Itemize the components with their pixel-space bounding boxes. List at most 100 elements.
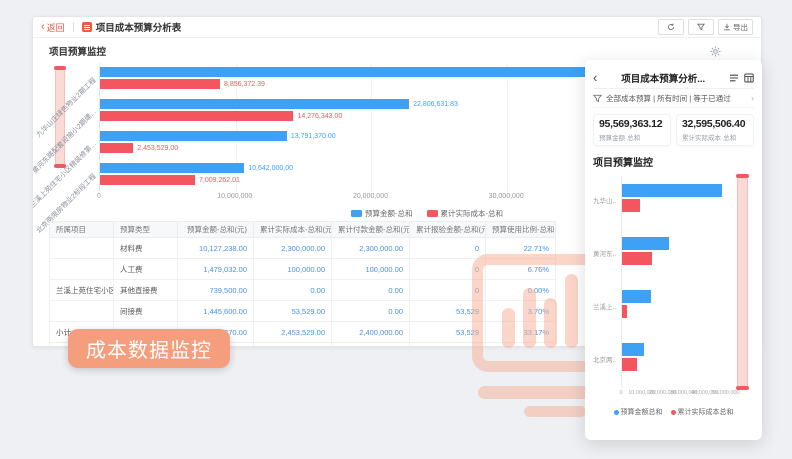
panel-datazoom-slider[interactable]: [737, 175, 748, 389]
bar-budget[interactable]: [622, 343, 644, 356]
stat-label: 累计实际成本·总和: [682, 132, 748, 142]
window-title: 项目成本预算分析表: [96, 20, 182, 34]
legend-swatch-budget: [614, 410, 619, 415]
table-row: 间接费1,445,600.0053,529.000.0053,5293.70%: [50, 301, 556, 322]
panel-title: 项目成本预算分析...: [597, 71, 729, 85]
table-cell-inspection[interactable]: 0: [410, 343, 486, 348]
column-header: 预算金额-总和(元): [178, 222, 254, 238]
table-cell-actual[interactable]: 0.00: [254, 280, 332, 301]
bar-actual[interactable]: [622, 252, 652, 265]
column-header: 累计付款金额-总和(元): [332, 222, 410, 238]
cost-data-monitor-badge: 成本数据监控: [68, 329, 230, 368]
table-cell-inspection[interactable]: 0: [410, 259, 486, 280]
table-row: 兰溪上苑住宅小区精装修第...其他直接费739,500.000.000.0000…: [50, 280, 556, 301]
bar-actual[interactable]: [100, 175, 195, 185]
export-label: 导出: [733, 22, 748, 33]
table-cell-budget[interactable]: 1,445,600.00: [178, 301, 254, 322]
list-view-button[interactable]: [729, 73, 739, 83]
legend-item: 预算金额-总和: [351, 208, 413, 219]
category-label: 九华山..: [593, 195, 619, 205]
chart-category-axis: 九华山庄绿色物业2期工程黄河东路配套设施小2期建...兰溪上苑住宅小区精装修第.…: [33, 63, 97, 191]
column-header: 预算使用比例-总和(%): [486, 222, 556, 238]
category-label: 北京两..: [593, 354, 619, 364]
panel-category-axis: 九华山..黄河东..兰溪上..北京两..: [593, 175, 620, 387]
bar-actual[interactable]: [100, 111, 293, 121]
bar-actual[interactable]: [100, 143, 133, 153]
back-button[interactable]: ‹ 返回: [41, 21, 65, 34]
table-cell-payment[interactable]: 2,300,000.00: [332, 238, 410, 259]
bar-actual[interactable]: [622, 305, 627, 318]
table-cell-type: 材料费: [114, 238, 178, 259]
legend-label: 累计实际成本-总和: [441, 208, 504, 219]
legend-swatch-budget: [351, 210, 362, 217]
table-view-button[interactable]: [744, 73, 754, 83]
table-cell-inspection[interactable]: 53,529: [410, 322, 486, 343]
back-label: 返回: [47, 21, 65, 34]
table-cell-budget[interactable]: 739,500.00: [178, 280, 254, 301]
table-cell-type: 其他直接费: [114, 280, 178, 301]
table-cell-payment[interactable]: 100,000.00: [332, 259, 410, 280]
grid-table-icon: [744, 73, 754, 83]
slider-handle-top[interactable]: [736, 174, 749, 178]
panel-x-axis: 010,000,00020,000,00030,000,00040,000,00…: [621, 390, 730, 398]
bar-actual[interactable]: [100, 79, 220, 89]
bar-actual[interactable]: [622, 199, 640, 212]
chart-settings-button[interactable]: [710, 46, 721, 57]
table-cell-actual[interactable]: 53,529.00: [254, 301, 332, 322]
table-cell-ratio[interactable]: 3.70%: [486, 301, 556, 322]
stat-actual-total: 32,595,506.40 累计实际成本·总和: [676, 114, 754, 146]
bar-actual[interactable]: [622, 358, 637, 371]
table-cell-inspection[interactable]: 0: [410, 238, 486, 259]
bar-value-label: 13,791,370.00: [291, 133, 336, 140]
export-button[interactable]: 导出: [718, 19, 753, 35]
table-cell-budget[interactable]: 1,479,032.00: [178, 259, 254, 280]
table-cell-payment[interactable]: 5,019,004.01: [332, 343, 410, 348]
table-cell-actual[interactable]: 100,000.00: [254, 259, 332, 280]
bar-budget[interactable]: [100, 131, 287, 141]
bar-budget[interactable]: [622, 184, 722, 197]
x-tick-label: 50,000,000: [712, 390, 740, 396]
panel-section-title: 项目预算监控: [593, 154, 754, 169]
legend-label: 预算金额-总和: [365, 208, 413, 219]
chevron-left-icon: ‹: [41, 23, 45, 32]
table-cell-actual[interactable]: 2,453,529.00: [254, 322, 332, 343]
table-cell-actual[interactable]: 2,300,000.00: [254, 238, 332, 259]
bar-budget[interactable]: [622, 290, 651, 303]
panel-filter-bar[interactable]: 全部成本预算 | 所有时间 | 等于已通过 ›: [593, 89, 754, 108]
stat-label: 预算金额·总和: [599, 132, 665, 142]
table-cell-ratio[interactable]: 22.71%: [486, 238, 556, 259]
bar-budget[interactable]: [100, 163, 244, 173]
table-cell-ratio[interactable]: 33.17%: [486, 322, 556, 343]
table-cell-actual[interactable]: 5,019,004.01: [254, 343, 332, 348]
table-cell-inspection[interactable]: 53,529: [410, 301, 486, 322]
bar-value-label: 14,276,343.00: [297, 113, 342, 120]
export-icon: [723, 23, 731, 31]
table-cell-budget[interactable]: 10,127,238.00: [178, 238, 254, 259]
panel-plot-area: [621, 175, 730, 387]
grid-line: [507, 63, 508, 191]
chevron-right-icon: ›: [751, 93, 754, 103]
table-cell-inspection[interactable]: 0: [410, 280, 486, 301]
toolbar-divider: [73, 22, 74, 32]
table-cell-type: 人工费: [114, 259, 178, 280]
table-cell-type: 间接费: [114, 301, 178, 322]
legend-label: 累计实际成本总和: [678, 407, 734, 417]
table-cell-project: [50, 238, 114, 259]
table-cell-ratio[interactable]: 6.76%: [486, 259, 556, 280]
table-cell-ratio[interactable]: 0.00%: [486, 280, 556, 301]
table-cell-project: [50, 259, 114, 280]
column-header: 预算类型: [114, 222, 178, 238]
table-cell-payment[interactable]: 0.00: [332, 280, 410, 301]
bar-value-label: 7,009,262.01: [199, 177, 240, 184]
table-cell-ratio[interactable]: 69.32%: [486, 343, 556, 348]
column-header: 累计报验金额-总和(元): [410, 222, 486, 238]
refresh-button[interactable]: [658, 19, 684, 35]
table-cell-payment[interactable]: 0.00: [332, 301, 410, 322]
x-tick-label: 10,000,000: [217, 193, 252, 200]
bar-budget[interactable]: [100, 99, 409, 109]
table-cell-project: 兰溪上苑住宅小区精装修第...: [50, 280, 114, 301]
bar-budget[interactable]: [622, 237, 669, 250]
table-cell-payment[interactable]: 2,400,000.00: [332, 322, 410, 343]
x-tick-label: 30,000,000: [489, 193, 524, 200]
filter-button[interactable]: [688, 19, 714, 35]
